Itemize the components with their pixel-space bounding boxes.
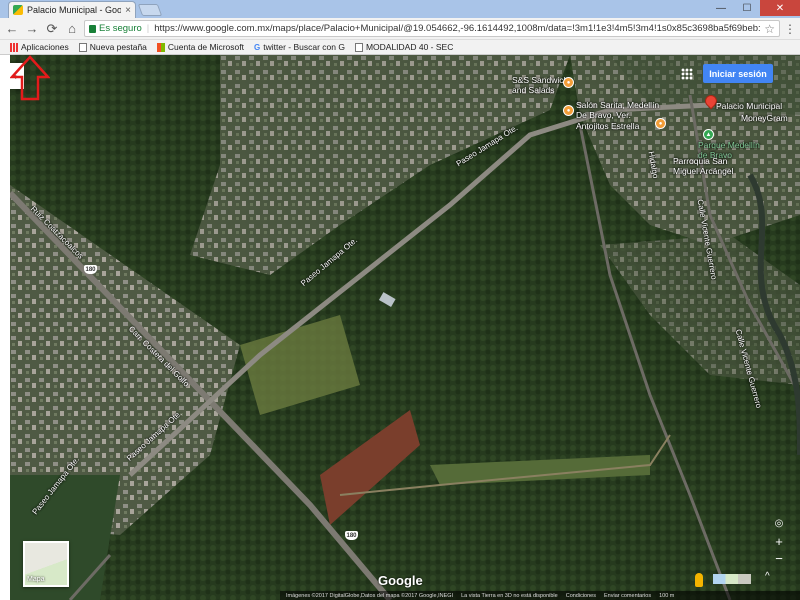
highway-shield-icon: 180 [345, 531, 358, 540]
satellite-map[interactable]: ▸ Iniciar sesión S&S Sandwich and Salads… [10, 55, 800, 600]
url-text[interactable]: https://www.google.com.mx/maps/place/Pal… [154, 23, 760, 34]
browser-menu-icon[interactable]: ⋮ [784, 22, 796, 36]
google-maps-favicon-icon [13, 5, 23, 15]
map-type-thumbnail[interactable]: Mapa [23, 541, 69, 587]
bookmark-star-icon[interactable]: ☆ [764, 22, 775, 36]
browser-tab[interactable]: Palacio Municipal - Goo × [8, 1, 136, 18]
place-label-moneygram[interactable]: MoneyGram [741, 113, 788, 124]
page-icon [354, 42, 363, 52]
home-button[interactable]: ⌂ [64, 21, 80, 37]
bookmark-label: twitter - Buscar con G [263, 42, 345, 52]
address-separator: | [146, 23, 150, 34]
restaurant-pin-icon[interactable]: ● [655, 118, 666, 129]
zoom-in-button[interactable]: + [770, 533, 788, 549]
address-bar[interactable]: Es seguro | https://www.google.com.mx/ma… [84, 20, 780, 37]
bookmark-label: Cuenta de Microsoft [167, 42, 244, 52]
place-label-antojitos[interactable]: Antojitos Estrella [576, 121, 639, 132]
bookmark-nueva-pestana[interactable]: Nueva pestaña [78, 42, 147, 52]
place-label-parroquia[interactable]: Parroquia San Miguel Arcángel [673, 156, 733, 177]
terms-link[interactable]: Condiciones [566, 593, 596, 599]
lock-icon [89, 24, 96, 33]
send-feedback-link[interactable]: Enviar comentarios [604, 593, 651, 599]
scale-bar[interactable]: 100 m [659, 593, 674, 599]
bookmarks-bar: Aplicaciones Nueva pestaña Cuenta de Mic… [0, 40, 800, 55]
apps-grid-icon [10, 42, 18, 52]
forward-button[interactable]: → [24, 21, 40, 37]
place-label-palacio-municipal[interactable]: Palacio Municipal [716, 101, 782, 112]
bookmark-label: MODALIDAD 40 - SEC [365, 42, 454, 52]
bookmark-label: Nueva pestaña [89, 42, 147, 52]
google-icon: G [254, 42, 261, 52]
bookmark-modalidad[interactable]: MODALIDAD 40 - SEC [354, 42, 454, 52]
new-tab-button[interactable] [137, 4, 163, 16]
zoom-out-button[interactable]: − [770, 550, 788, 566]
place-label-ss-sandwich[interactable]: S&S Sandwich and Salads [512, 75, 568, 96]
google-logo: Google [378, 573, 423, 588]
tab-title: Palacio Municipal - Goo [27, 5, 122, 15]
bookmark-twitter-search[interactable]: Gtwitter - Buscar con G [254, 42, 345, 52]
3d-unavailable-note: La vista Tierra en 3D no está disponible [461, 592, 558, 599]
browser-toolbar: ← → ⟳ ⌂ Es seguro | https://www.google.c… [0, 18, 800, 40]
minimize-button[interactable]: — [708, 0, 734, 16]
microsoft-icon [156, 42, 165, 52]
imagery-layers-icon[interactable] [713, 574, 751, 584]
park-pin-icon[interactable]: ▲ [703, 129, 714, 140]
browser-window: Palacio Municipal - Goo × — ☐ ✕ ← → ⟳ ⌂ … [0, 0, 800, 600]
window-controls: — ☐ ✕ [708, 0, 800, 18]
maximize-button[interactable]: ☐ [734, 0, 760, 16]
reload-button[interactable]: ⟳ [44, 21, 60, 37]
restaurant-pin-icon[interactable]: ● [563, 105, 574, 116]
bookmark-microsoft[interactable]: Cuenta de Microsoft [156, 42, 244, 52]
page-icon [78, 42, 87, 52]
close-window-button[interactable]: ✕ [760, 0, 800, 16]
map-type-label: Mapa [27, 576, 45, 583]
secure-label: Es seguro [99, 23, 142, 34]
pegman-street-view-icon[interactable] [695, 573, 703, 587]
sign-in-button[interactable]: Iniciar sesión [703, 64, 773, 83]
restaurant-pin-icon[interactable]: ● [563, 77, 574, 88]
google-apps-icon[interactable] [681, 68, 693, 80]
back-button[interactable]: ← [4, 21, 20, 37]
tab-strip: Palacio Municipal - Goo × — ☐ ✕ [0, 0, 800, 18]
expand-controls-icon[interactable]: ^ [765, 571, 770, 582]
map-footer: Imágenes ©2017 DigitalGlobe,Datos del ma… [280, 591, 800, 600]
highway-shield-icon: 180 [84, 265, 97, 274]
imagery-attribution: Imágenes ©2017 DigitalGlobe,Datos del ma… [286, 592, 454, 599]
place-label-salon-sarita[interactable]: Salón Sarita, Medellín De Bravo, Ver. [576, 100, 659, 121]
bookmark-label: Aplicaciones [21, 42, 69, 52]
bookmark-aplicaciones[interactable]: Aplicaciones [10, 42, 69, 52]
tab-close-icon[interactable]: × [125, 5, 131, 16]
red-arrow-annotation-icon [10, 55, 50, 101]
my-location-icon[interactable]: ◎ [770, 515, 788, 531]
